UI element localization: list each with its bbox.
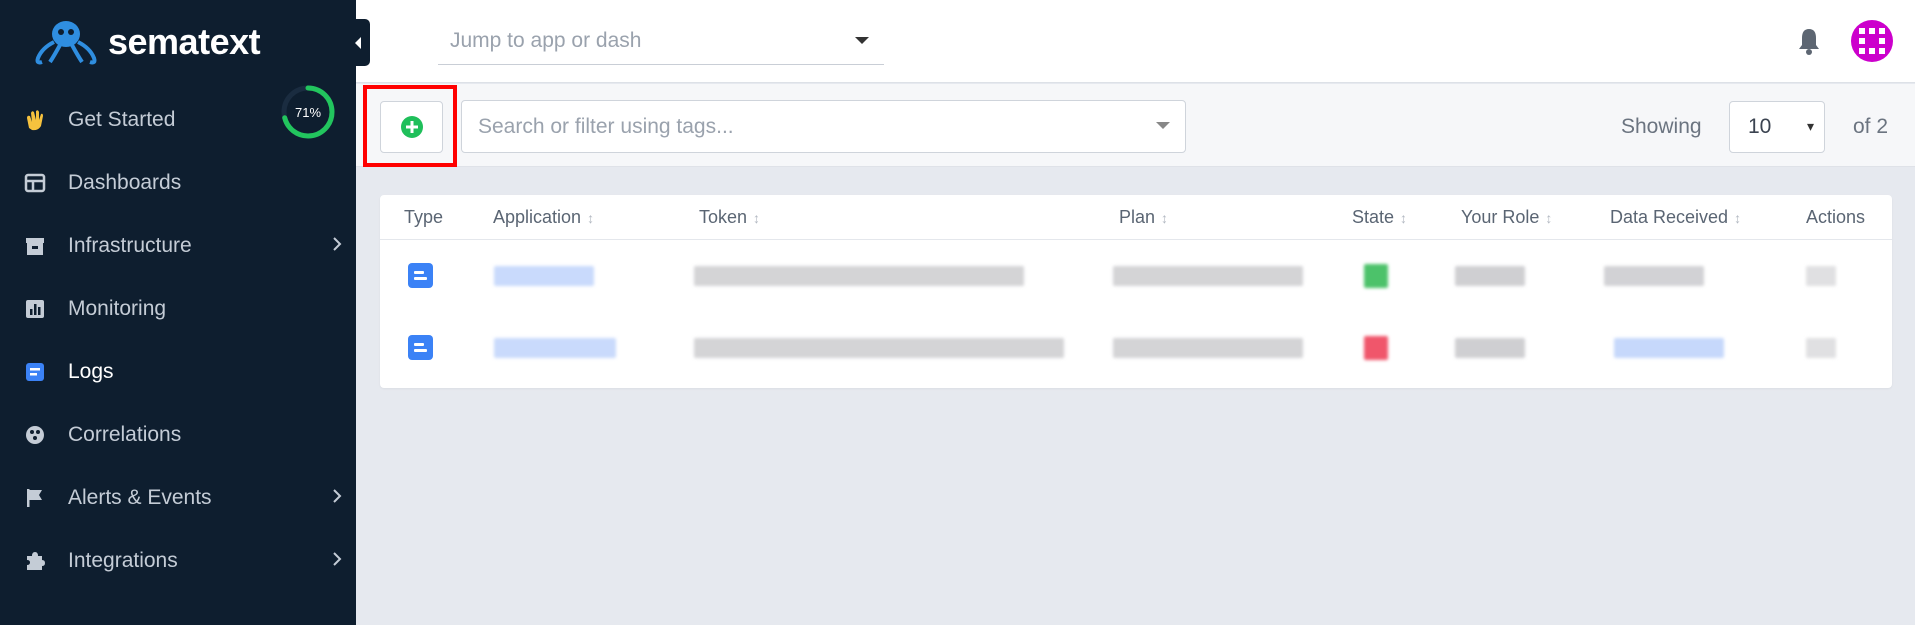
column-header-state[interactable]: State ↕ [1352,207,1407,228]
user-avatar[interactable] [1850,19,1894,63]
sidebar-item-label: Infrastructure [68,233,192,257]
total-count: of 2 [1853,115,1889,138]
column-header-type: Type [404,207,444,227]
sidebar-item-alerts-events[interactable]: Alerts & Events [0,466,356,529]
chevron-right-icon [333,489,342,503]
jump-placeholder: Jump to app or dash [450,29,642,52]
sidebar-nav: Get Started 71% Dashboards Infrastructur… [0,85,356,592]
state-indicator-active [1364,264,1388,288]
sidebar-item-infrastructure[interactable]: Infrastructure [0,214,356,277]
logs-app-icon [408,263,433,288]
column-header-application[interactable]: Application ↕ [493,207,594,228]
table-row[interactable] [380,313,1892,385]
sidebar: sematext Get Started 71% Dashboards Infr… [0,0,356,625]
sidebar-item-monitoring[interactable]: Monitoring [0,277,356,340]
column-header-your-role[interactable]: Your Role ↕ [1461,207,1552,228]
column-header-actions: Actions [1806,207,1866,227]
sidebar-item-integrations[interactable]: Integrations [0,529,356,592]
sidebar-item-get-started[interactable]: Get Started 71% [0,85,356,151]
brand-name: sematext [108,21,261,62]
data-received-redacted [1604,266,1704,286]
column-header-data-received[interactable]: Data Received ↕ [1610,207,1741,228]
sort-icon: ↕ [587,209,595,226]
search-placeholder: Search or filter using tags... [478,114,734,138]
sidebar-item-dashboards[interactable]: Dashboards [0,151,356,214]
infrastructure-icon [22,233,48,259]
chevron-right-icon [333,552,342,566]
page-size-value: 10 [1748,115,1772,138]
sidebar-item-label: Get Started [68,107,176,131]
dashboard-icon [22,170,48,196]
sidebar-item-label: Logs [68,359,114,383]
flag-icon [22,485,48,511]
brand-logo[interactable]: sematext [32,16,261,68]
sidebar-collapse-button[interactable] [346,19,370,66]
caret-down-icon [1156,122,1170,129]
sort-icon: ↕ [1400,209,1408,226]
apps-table: Type Application ↕ Token ↕ Plan ↕ State ↕ Yo… [380,195,1892,388]
showing-label: Showing [1621,115,1702,138]
page-size-select[interactable]: 10 ▾ [1729,101,1825,153]
logs-app-icon [408,335,433,360]
token-redacted [694,266,1024,286]
top-bar: Jump to app or dash [356,0,1915,83]
sort-icon: ↕ [1161,209,1169,226]
table-header: Type Application ↕ Token ↕ Plan ↕ State ↕ Yo… [380,195,1892,240]
sidebar-item-correlations[interactable]: Correlations [0,403,356,466]
application-link-redacted[interactable] [494,266,594,286]
sidebar-item-label: Correlations [68,422,182,446]
column-header-plan[interactable]: Plan ↕ [1119,207,1168,228]
caret-left-icon [355,36,361,49]
caret-down-icon [855,37,869,44]
data-received-redacted [1614,338,1724,358]
sort-icon: ↕ [753,209,761,226]
sidebar-item-label: Integrations [68,548,178,572]
sidebar-item-label: Monitoring [68,296,167,320]
column-header-token[interactable]: Token ↕ [699,207,760,228]
octopus-logo-icon [35,21,97,65]
plan-redacted [1113,266,1303,286]
sort-icon: ↕ [1734,209,1742,226]
role-redacted [1455,266,1525,286]
add-app-button[interactable] [380,101,443,153]
puzzle-icon [22,548,48,574]
jump-to-app-dropdown[interactable]: Jump to app or dash [438,18,884,65]
sidebar-item-label: Dashboards [68,170,182,194]
filter-bar: Search or filter using tags... Showing 1… [356,84,1915,167]
progress-label: 71% [294,104,322,120]
tag-search-input[interactable]: Search or filter using tags... [461,100,1186,153]
row-actions[interactable] [1806,266,1836,286]
row-actions[interactable] [1806,338,1836,358]
sidebar-item-logs[interactable]: Logs [0,340,356,403]
token-redacted [694,338,1064,358]
caret-down-icon: ▾ [1806,118,1814,134]
table-row[interactable] [380,241,1892,313]
application-link-redacted[interactable] [494,338,616,358]
state-indicator-inactive [1364,336,1388,360]
waving-hand-icon [22,107,48,133]
sidebar-item-label: Alerts & Events [68,485,212,509]
correlations-icon [22,422,48,448]
bell-icon[interactable] [1796,26,1822,56]
role-redacted [1455,338,1525,358]
bar-chart-icon [22,296,48,322]
chevron-right-icon [333,237,342,251]
sort-icon: ↕ [1545,209,1553,226]
plan-redacted [1113,338,1303,358]
progress-ring: 71% [280,84,336,140]
plus-circle-icon [400,116,423,138]
logs-icon [22,359,48,385]
